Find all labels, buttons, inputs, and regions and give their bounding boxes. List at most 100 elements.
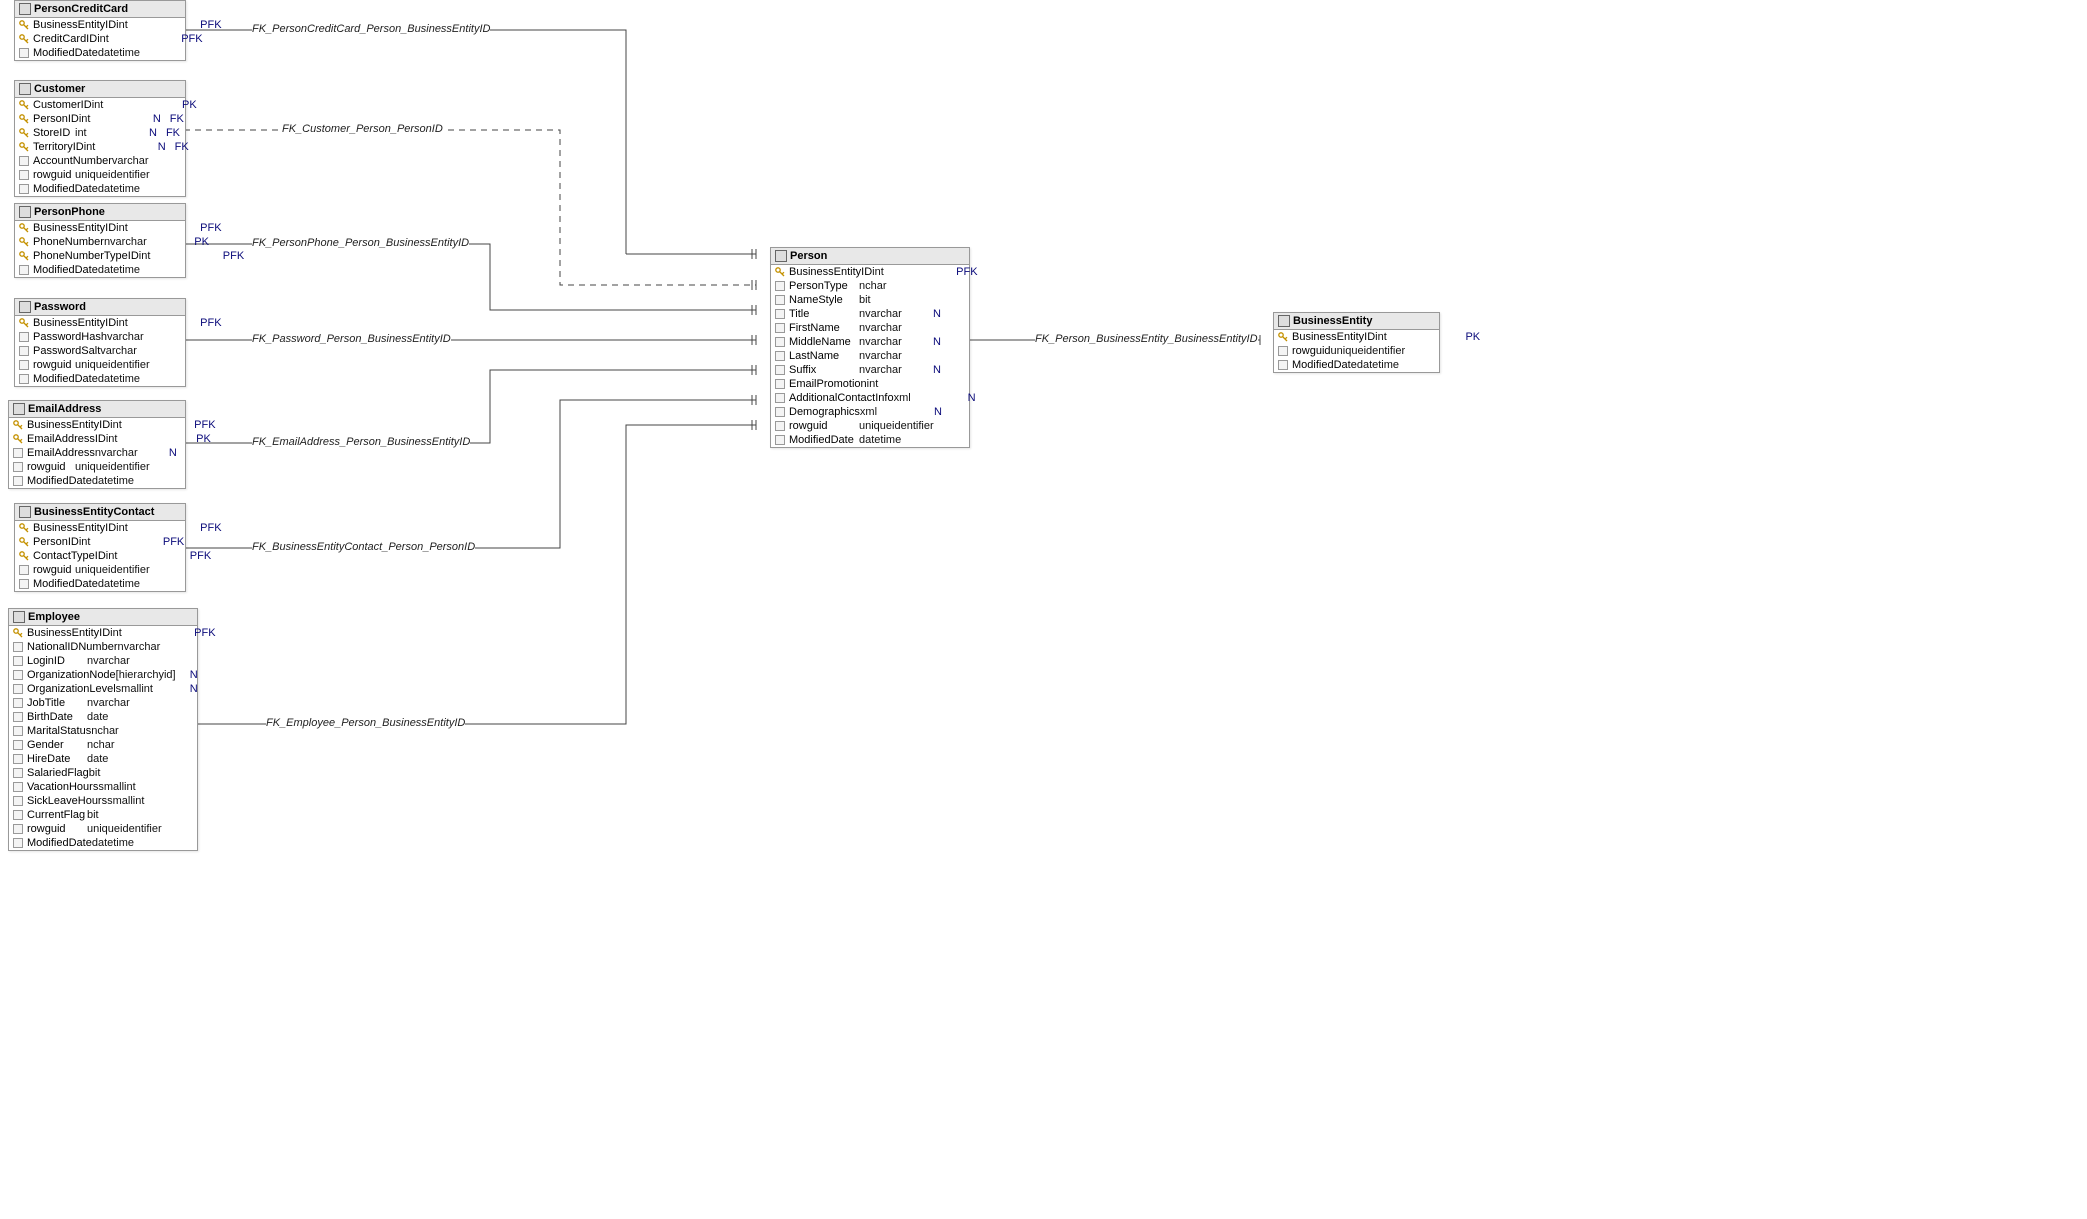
column-row[interactable]: SalariedFlagbit xyxy=(9,766,197,780)
column-icon xyxy=(13,768,23,778)
column-row[interactable]: BusinessEntityIDintPFK xyxy=(15,221,185,235)
column-row[interactable]: BusinessEntityIDintPFK xyxy=(15,18,185,32)
column-row[interactable]: CreditCardIDintPFK xyxy=(15,32,185,46)
entity-employee[interactable]: EmployeeBusinessEntityIDintPFKNationalID… xyxy=(8,608,198,851)
entity-header[interactable]: BusinessEntity xyxy=(1274,313,1439,330)
column-row[interactable]: rowguiduniqueidentifier xyxy=(9,460,185,474)
entity-business-entity-contact[interactable]: BusinessEntityContactBusinessEntityIDint… xyxy=(14,503,186,592)
column-icon xyxy=(775,393,785,403)
column-name: PasswordSalt xyxy=(33,344,100,358)
column-type: varchar xyxy=(100,344,172,358)
column-row[interactable]: PersonTypenchar xyxy=(771,279,969,293)
column-row[interactable]: OrganizationLevelsmallintN xyxy=(9,682,197,696)
column-row[interactable]: rowguiduniqueidentifier xyxy=(15,168,185,182)
entity-header[interactable]: EmailAddress xyxy=(9,401,185,418)
column-row[interactable]: MiddleNamenvarcharN xyxy=(771,335,969,349)
entity-email-address[interactable]: EmailAddressBusinessEntityIDintPFKEmailA… xyxy=(8,400,186,489)
column-row[interactable]: ModifiedDatedatetime xyxy=(15,372,185,386)
column-row[interactable]: AccountNumbervarchar xyxy=(15,154,185,168)
column-row[interactable]: ModifiedDatedatetime xyxy=(15,577,185,591)
column-row[interactable]: CurrentFlagbit xyxy=(9,808,197,822)
column-row[interactable]: BusinessEntityIDintPFK xyxy=(15,521,185,535)
column-row[interactable]: SickLeaveHourssmallint xyxy=(9,794,197,808)
column-row[interactable]: FirstNamenvarchar xyxy=(771,321,969,335)
column-row[interactable]: BusinessEntityIDintPFK xyxy=(9,418,185,432)
entity-header[interactable]: BusinessEntityContact xyxy=(15,504,185,521)
column-icon xyxy=(13,810,23,820)
column-row[interactable]: LoginIDnvarchar xyxy=(9,654,197,668)
column-row[interactable]: Gendernchar xyxy=(9,738,197,752)
entity-customer[interactable]: CustomerCustomerIDintPKPersonIDintNFKSto… xyxy=(14,80,186,197)
column-row[interactable]: ModifiedDatedatetime xyxy=(15,46,185,60)
entity-header[interactable]: Person xyxy=(771,248,969,265)
column-row[interactable]: rowguiduniqueidentifier xyxy=(9,822,197,836)
entity-header[interactable]: Customer xyxy=(15,81,185,98)
column-row[interactable]: ModifiedDatedatetime xyxy=(15,182,185,196)
column-row[interactable]: PersonIDintNFK xyxy=(15,112,185,126)
entity-person-credit-card[interactable]: PersonCreditCardBusinessEntityIDintPFKCr… xyxy=(14,0,186,61)
column-name: PersonID xyxy=(33,535,79,549)
key-icon xyxy=(775,267,785,277)
entity-header[interactable]: Employee xyxy=(9,609,197,626)
entity-header[interactable]: PersonPhone xyxy=(15,204,185,221)
column-row[interactable]: rowguiduniqueidentifier xyxy=(15,358,185,372)
column-row[interactable]: TerritoryIDintNFK xyxy=(15,140,185,154)
column-row[interactable]: EmailPromotionint xyxy=(771,377,969,391)
column-row[interactable]: BusinessEntityIDintPFK xyxy=(15,316,185,330)
column-nullable: N xyxy=(188,682,200,696)
column-row[interactable]: PhoneNumberTypeIDintPFK xyxy=(15,249,185,263)
entity-person[interactable]: PersonBusinessEntityIDintPFKPersonTypenc… xyxy=(770,247,970,448)
column-icon xyxy=(775,281,785,291)
column-row[interactable]: AdditionalContactInfoxmlN xyxy=(771,391,969,405)
column-row[interactable]: JobTitlenvarchar xyxy=(9,696,197,710)
column-row[interactable]: MaritalStatusnchar xyxy=(9,724,197,738)
key-icon xyxy=(19,128,29,138)
column-icon xyxy=(19,156,29,166)
column-row[interactable]: ModifiedDatedatetime xyxy=(1274,358,1439,372)
column-type: nchar xyxy=(91,724,163,738)
column-row[interactable]: BusinessEntityIDintPFK xyxy=(771,265,969,279)
column-row[interactable]: NationalIDNumbernvarchar xyxy=(9,640,197,654)
entity-header[interactable]: PersonCreditCard xyxy=(15,1,185,18)
column-row[interactable]: PasswordHashvarchar xyxy=(15,330,185,344)
entity-business-entity[interactable]: BusinessEntityBusinessEntityIDintPKrowgu… xyxy=(1273,312,1440,373)
column-type: int xyxy=(116,521,188,535)
column-row[interactable]: BusinessEntityIDintPFK xyxy=(9,626,197,640)
column-row[interactable]: PasswordSaltvarchar xyxy=(15,344,185,358)
column-row[interactable]: EmailAddressnvarcharN xyxy=(9,446,185,460)
key-icon xyxy=(19,537,29,547)
column-row[interactable]: SuffixnvarcharN xyxy=(771,363,969,377)
key-icon xyxy=(19,142,29,152)
column-row[interactable]: rowguiduniqueidentifier xyxy=(1274,344,1439,358)
entity-header[interactable]: Password xyxy=(15,299,185,316)
column-row[interactable]: BusinessEntityIDintPK xyxy=(1274,330,1439,344)
column-row[interactable]: ModifiedDatedatetime xyxy=(15,263,185,277)
column-row[interactable]: TitlenvarcharN xyxy=(771,307,969,321)
column-row[interactable]: ModifiedDatedatetime xyxy=(771,433,969,447)
column-row[interactable]: ContactTypeIDintPFK xyxy=(15,549,185,563)
entity-password[interactable]: Password BusinessEntityIDintPFKPasswordHa… xyxy=(14,298,186,387)
column-row[interactable]: NameStylebit xyxy=(771,293,969,307)
column-row[interactable]: CustomerIDintPK xyxy=(15,98,185,112)
table-icon xyxy=(19,83,31,95)
column-row[interactable]: PhoneNumbernvarcharPK xyxy=(15,235,185,249)
entity-person-phone[interactable]: PersonPhoneBusinessEntityIDintPFKPhoneNu… xyxy=(14,203,186,278)
column-row[interactable]: StoreIDintNFK xyxy=(15,126,185,140)
column-row[interactable]: rowguiduniqueidentifier xyxy=(771,419,969,433)
column-row[interactable]: PersonIDintPFK xyxy=(15,535,185,549)
column-row[interactable]: ModifiedDatedatetime xyxy=(9,474,185,488)
column-name: ModifiedDate xyxy=(33,46,98,60)
entity-title: EmailAddress xyxy=(28,403,101,415)
column-row[interactable]: VacationHourssmallint xyxy=(9,780,197,794)
column-row[interactable]: ModifiedDatedatetime xyxy=(9,836,197,850)
column-row[interactable]: HireDatedate xyxy=(9,752,197,766)
column-row[interactable]: OrganizationNode[hierarchyid]N xyxy=(9,668,197,682)
entity-title: Password xyxy=(34,301,86,313)
column-row[interactable]: LastNamenvarchar xyxy=(771,349,969,363)
column-row[interactable]: BirthDatedate xyxy=(9,710,197,724)
column-name: VacationHours xyxy=(27,780,98,794)
column-icon xyxy=(13,462,23,472)
column-row[interactable]: DemographicsxmlN xyxy=(771,405,969,419)
column-row[interactable]: rowguiduniqueidentifier xyxy=(15,563,185,577)
column-row[interactable]: EmailAddressIDintPK xyxy=(9,432,185,446)
